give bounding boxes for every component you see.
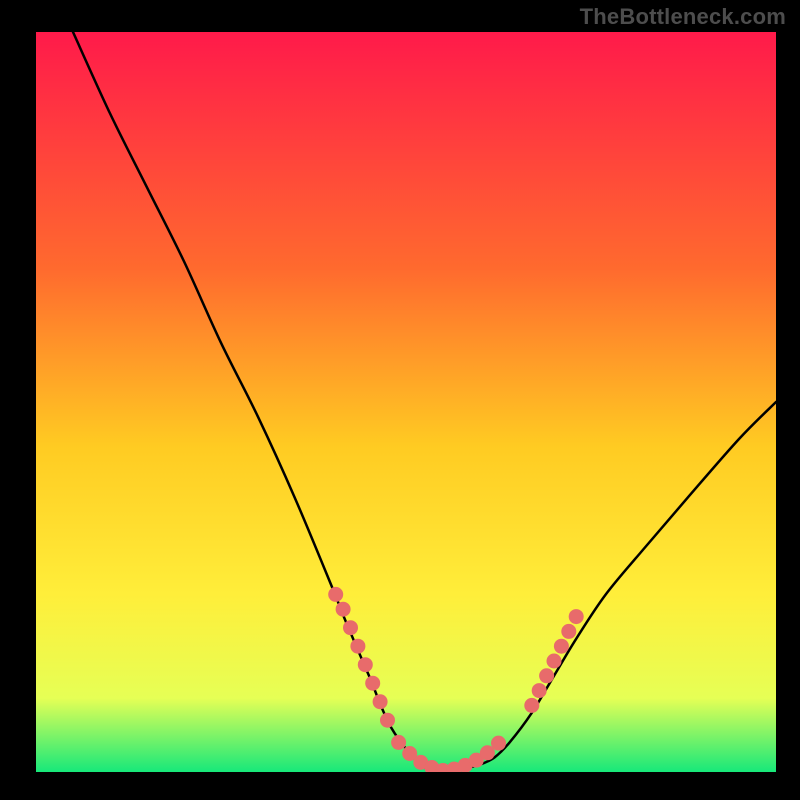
data-point <box>539 668 554 683</box>
data-point <box>350 639 365 654</box>
data-point <box>358 657 373 672</box>
data-point <box>373 694 388 709</box>
data-point <box>561 624 576 639</box>
data-point <box>524 698 539 713</box>
data-point <box>569 609 584 624</box>
plot-area <box>36 32 776 772</box>
data-point <box>365 676 380 691</box>
chart-container: TheBottleneck.com <box>0 0 800 800</box>
data-point <box>547 654 562 669</box>
data-point <box>391 735 406 750</box>
bottleneck-chart <box>36 32 776 772</box>
data-point <box>491 736 506 751</box>
gradient-background <box>36 32 776 772</box>
data-point <box>343 620 358 635</box>
data-point <box>328 587 343 602</box>
data-point <box>336 602 351 617</box>
data-point <box>554 639 569 654</box>
data-point <box>532 683 547 698</box>
watermark-text: TheBottleneck.com <box>580 4 786 30</box>
data-point <box>380 713 395 728</box>
